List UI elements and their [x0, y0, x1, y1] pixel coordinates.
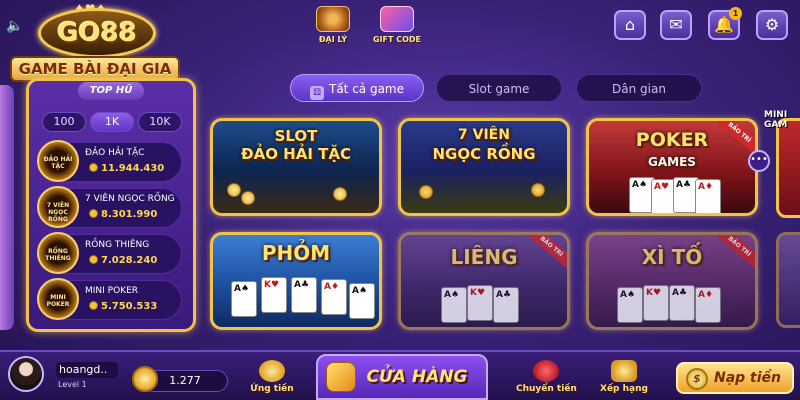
agent-label: ĐẠI LÝ [318, 35, 348, 44]
game-title-line1: LIÊNG [450, 245, 518, 269]
coin-icon [89, 163, 98, 172]
playing-card-icon: K♥ [643, 285, 669, 321]
mini-poker-icon: MINI POKER [37, 278, 79, 320]
coin-icon [241, 191, 255, 205]
dao-hai-tac-icon: ĐẢO HẢI TẶC [37, 140, 79, 182]
ngoc-rong-icon: 7 VIÊN NGỌC RỒNG [37, 186, 79, 228]
notification-button[interactable]: 🔔 1 [708, 7, 742, 40]
jackpot-item-rong-thieng[interactable]: RỒNG THIÊNG RỒNG THIÊNG 7.028.240 [37, 232, 182, 274]
playing-card-icon: A♦ [695, 179, 721, 213]
game-title-line2: NGỌC RỒNG [432, 145, 536, 163]
chips-icon [533, 360, 559, 382]
jackpot-item-name: MINI POKER [85, 286, 139, 296]
deposit-label: Nạp tiền [714, 370, 782, 386]
playing-card-icon: A♠ [349, 283, 375, 319]
agent-icon [316, 6, 350, 32]
denom-10k[interactable]: 10K [138, 112, 182, 132]
playing-card-icon: A♣ [669, 285, 695, 321]
agent-button[interactable]: ĐẠI LÝ [304, 6, 362, 46]
trophy-icon [611, 360, 637, 382]
jackpot-title: TOP HŨ [78, 82, 144, 100]
jackpot-item-name: ĐẢO HẢI TẶC [85, 148, 145, 158]
jackpot-item-name: RỒNG THIÊNG [85, 240, 150, 250]
game-card-poker[interactable]: POKER GAMES BẢO TRÌ A♠ A♥ A♣ A♦ [586, 118, 758, 216]
jackpot-item-name: 7 VIÊN NGỌC RỒNG [85, 194, 175, 204]
game-title-line2: GAMES [648, 155, 696, 169]
dragon-ball-icon [419, 185, 433, 199]
playing-card-icon: A♠ [441, 287, 467, 323]
coin-icon [132, 366, 158, 392]
game-title-line2: ĐẢO HẢI TẶC [241, 145, 351, 163]
coin-icon [89, 255, 98, 264]
game-card-lieng[interactable]: LIÊNG BẢO TRÌ A♠ K♥ A♣ [398, 232, 570, 330]
advance-button[interactable]: Ứng tiền [242, 360, 302, 398]
playing-card-icon: A♠ [617, 287, 643, 323]
notification-badge: 1 [729, 7, 742, 20]
dragon-ball-icon [531, 183, 545, 197]
rank-label: Xếp hạng [600, 384, 648, 394]
coin-icon [333, 187, 347, 201]
playing-card-icon: K♥ [467, 285, 493, 321]
game-card-phom[interactable]: PHỎM A♠ K♥ A♣ A♦ A♠ [210, 232, 382, 330]
game-card-ngoc-rong[interactable]: 7 VIÊN NGỌC RỒNG [398, 118, 570, 216]
coin-icon [89, 209, 98, 218]
game-card-xi-to[interactable]: XÌ TỐ BẢO TRÌ A♠ K♥ A♣ A♦ [586, 232, 758, 330]
game-title-line1: XÌ TỐ [641, 245, 703, 269]
playing-card-icon: K♥ [261, 277, 287, 313]
playing-card-icon: A♠ [231, 281, 257, 317]
username: hoangd.. [56, 362, 118, 378]
giftcode-label: GIFT CODE [372, 35, 422, 44]
mini-game-label: MINI GAM [764, 110, 788, 130]
store-icon [326, 362, 356, 392]
playing-card-icon: A♣ [493, 287, 519, 323]
playing-card-icon: A♣ [291, 277, 317, 313]
game-title-line1: PHỎM [261, 241, 331, 265]
denom-100[interactable]: 100 [42, 112, 86, 132]
game-title-line1: SLOT [274, 127, 318, 145]
deposit-button[interactable]: $ Nạp tiền [676, 362, 794, 394]
gear-icon[interactable]: ⚙ [756, 10, 788, 40]
jackpot-item-dao-hai-tac[interactable]: ĐẢO HẢI TẶC ĐẢO HẢI TẶC 11.944.430 [37, 140, 182, 182]
user-level: Level 1 [58, 380, 87, 389]
coin-icon [227, 183, 241, 197]
jackpot-item-ngoc-rong[interactable]: 7 VIÊN NGỌC RỒNG 7 VIÊN NGỌC RỒNG 8.301.… [37, 186, 182, 228]
tab-all-games[interactable]: ⚄ Tất cả game [290, 74, 424, 102]
logo: ♠♥♦ GO88 GAME BÀI ĐẠI GIA [10, 2, 180, 84]
game-title-line1: 7 VIÊN [458, 127, 510, 143]
jackpot-item-value: 5.750.533 [89, 301, 157, 312]
playing-card-icon: A♦ [321, 279, 347, 315]
jackpot-item-value: 7.028.240 [89, 255, 157, 266]
game-card-partial[interactable] [776, 232, 800, 328]
tab-dan-gian[interactable]: Dân gian [576, 74, 702, 102]
dice-icon: ⚄ [309, 86, 324, 100]
giftcode-button[interactable]: GIFT CODE [368, 6, 426, 46]
game-card-dao-hai-tac[interactable]: SLOT ĐẢO HẢI TẶC [210, 118, 382, 216]
mail-icon[interactable]: ✉ [660, 10, 692, 40]
rank-button[interactable]: Xếp hạng [594, 360, 654, 398]
jackpot-item-value: 8.301.990 [89, 209, 157, 220]
avatar[interactable] [8, 356, 44, 392]
coin-icon [89, 301, 98, 310]
transfer-label: Chuyển tiền [516, 384, 577, 394]
logo-brand: GO88 [38, 8, 156, 58]
home-icon[interactable]: ⌂ [614, 10, 646, 40]
rong-thieng-icon: RỒNG THIÊNG [37, 232, 79, 274]
playing-card-icon: A♦ [695, 287, 721, 323]
transfer-button[interactable]: Chuyển tiền [516, 360, 577, 398]
jackpot-item-value: 11.944.430 [89, 163, 164, 174]
denom-1k[interactable]: 1K [90, 112, 134, 132]
jackpot-item-mini-poker[interactable]: MINI POKER MINI POKER 5.750.533 [37, 278, 182, 320]
game-card-mini-game-partial[interactable] [776, 118, 800, 218]
coin-stack-icon [259, 360, 285, 382]
tab-slot-game[interactable]: Slot game [436, 74, 562, 102]
more-icon[interactable]: ••• [748, 150, 770, 172]
advance-label: Ứng tiền [250, 384, 294, 394]
left-edge-panel [0, 85, 14, 330]
dollar-icon: $ [686, 368, 708, 390]
gift-icon [380, 6, 414, 32]
